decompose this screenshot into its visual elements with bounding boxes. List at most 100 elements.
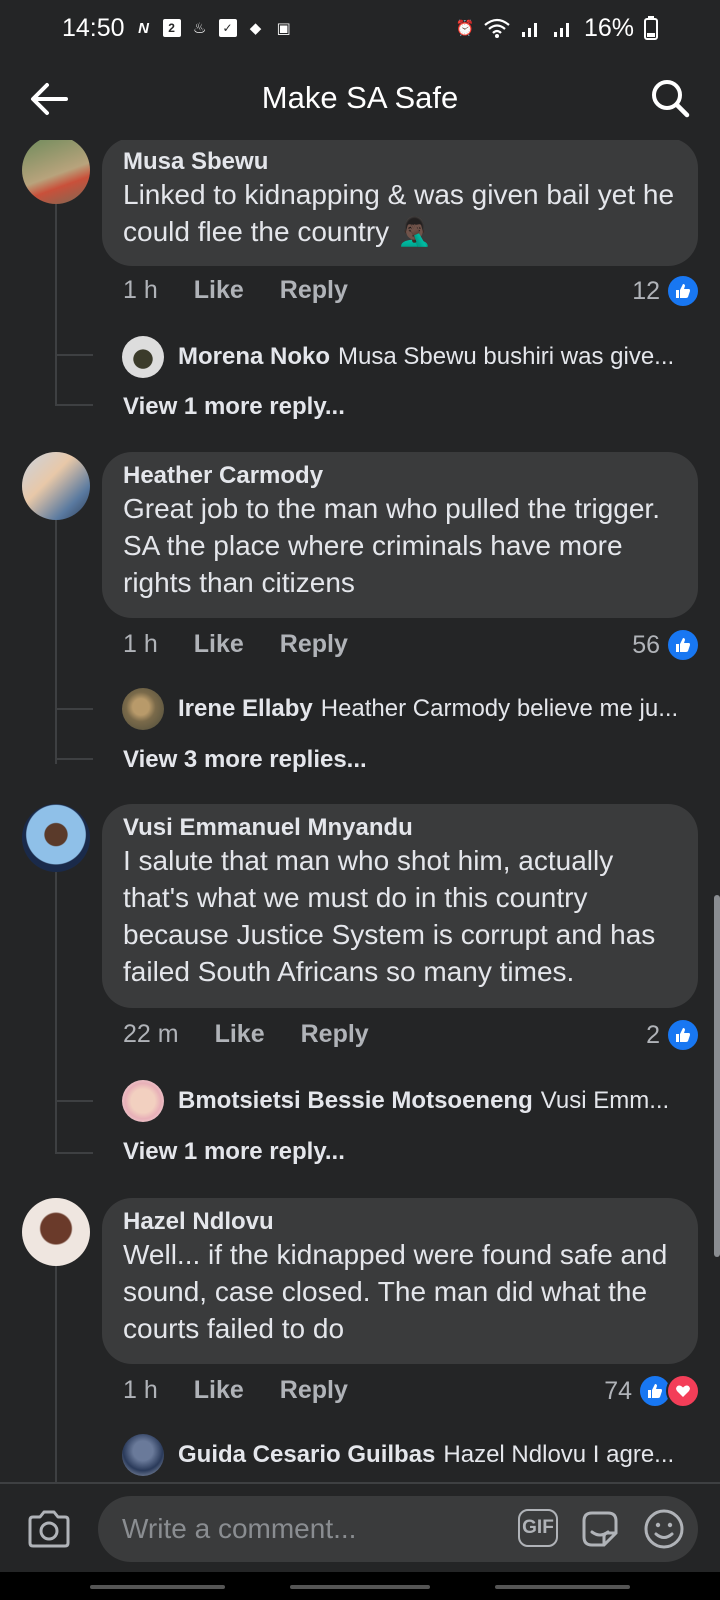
gif-icon[interactable]: GIF: [518, 1509, 558, 1547]
comment-author[interactable]: Vusi Emmanuel Mnyandu: [123, 814, 678, 842]
avatar[interactable]: [122, 1434, 164, 1476]
comment-text: Well... if the kidnapped were found safe…: [123, 1239, 668, 1344]
reply-text: Musa Sbewu bushiri was give...: [338, 343, 675, 370]
comment-bubble[interactable]: Vusi Emmanuel Mnyandu I salute that man …: [102, 804, 698, 1008]
reply-author[interactable]: Bmotsietsi Bessie Motsoeneng: [178, 1087, 533, 1115]
avatar[interactable]: [22, 804, 90, 872]
comments-feed[interactable]: Musa Sbewu Linked to kidnapping & was gi…: [0, 140, 720, 1485]
gallery-icon: ▣: [276, 20, 291, 37]
comment-actions: 22 m Like Reply: [123, 1020, 369, 1049]
nav-home-button[interactable]: [290, 1585, 430, 1589]
comment-time: 22 m: [123, 1020, 179, 1048]
comment-time: 1 h: [123, 276, 158, 304]
reaction-summary[interactable]: 56: [632, 628, 700, 662]
like-reaction-icon: [666, 1018, 700, 1052]
signal-icon-2: [553, 23, 569, 37]
like-reaction-icon: [666, 274, 700, 308]
reaction-count: 74: [604, 1376, 632, 1405]
reaction-summary[interactable]: 74: [604, 1374, 700, 1408]
thread-line: [55, 1266, 57, 1485]
avatar[interactable]: [22, 1198, 90, 1266]
reply-preview[interactable]: Guida Cesario Guilbas Hazel Ndlovu I agr…: [122, 1434, 702, 1476]
status-bar: 14:50 N 2 ♨ ✓ ◆ ▣ ⏰ 16%: [0, 0, 720, 56]
thread-line: [55, 354, 93, 356]
reply-button[interactable]: Reply: [280, 1376, 348, 1405]
avatar[interactable]: [122, 688, 164, 730]
avatar[interactable]: [22, 452, 90, 520]
view-more-replies[interactable]: View 3 more replies...: [123, 746, 367, 774]
comment-composer: GIF: [0, 1482, 720, 1574]
app-header: Make SA Safe: [0, 56, 720, 140]
reply-text: Heather Carmody believe me ju...: [320, 695, 679, 722]
scrollbar[interactable]: [714, 895, 720, 1257]
wifi-icon: [484, 18, 510, 38]
comment-input-container[interactable]: GIF: [98, 1496, 698, 1562]
battery-percent: 16%: [583, 13, 634, 42]
comment-text: Great job to the man who pulled the trig…: [123, 493, 660, 598]
reaction-count: 2: [646, 1020, 660, 1049]
thread-line: [55, 1100, 93, 1102]
reaction-summary[interactable]: 2: [646, 1018, 700, 1052]
thread-line: [55, 872, 57, 1154]
camera-icon[interactable]: [26, 1508, 72, 1550]
alarm-icon: ⏰: [455, 20, 475, 37]
comment-author[interactable]: Hazel Ndlovu: [123, 1208, 678, 1236]
page-title: Make SA Safe: [261, 80, 459, 115]
comment-text: Linked to kidnapping & was given bail ye…: [123, 179, 675, 247]
reply-preview[interactable]: Irene Ellaby Heather Carmody believe me …: [122, 688, 702, 730]
like-button[interactable]: Like: [194, 630, 244, 659]
messenger-icon: ◆: [249, 20, 262, 37]
comment-author[interactable]: Musa Sbewu: [123, 148, 678, 176]
notification-icon: ♨: [192, 20, 207, 37]
thread-line: [55, 204, 57, 404]
comment-bubble[interactable]: Musa Sbewu Linked to kidnapping & was gi…: [102, 140, 698, 266]
calendar-icon: 2: [162, 19, 181, 37]
thread-line: [55, 708, 93, 710]
back-arrow-icon[interactable]: [28, 78, 70, 120]
sticker-icon[interactable]: [578, 1507, 622, 1551]
battery-icon: [644, 16, 658, 40]
nav-recents-button[interactable]: [90, 1585, 225, 1589]
like-button[interactable]: Like: [194, 1376, 244, 1405]
avatar[interactable]: [22, 140, 90, 204]
comment-time: 1 h: [123, 630, 158, 658]
reply-text: Vusi Emm...: [540, 1087, 670, 1114]
avatar[interactable]: [122, 1080, 164, 1122]
thread-line: [55, 758, 93, 760]
nav-back-button[interactable]: [495, 1585, 630, 1589]
comment-bubble[interactable]: Hazel Ndlovu Well... if the kidnapped we…: [102, 1198, 698, 1364]
reaction-summary[interactable]: 12: [632, 274, 700, 308]
emoji-icon[interactable]: [642, 1507, 686, 1551]
like-button[interactable]: Like: [194, 276, 244, 305]
love-reaction-icon: [666, 1374, 700, 1408]
like-button[interactable]: Like: [215, 1020, 265, 1049]
reply-author[interactable]: Morena Noko: [178, 343, 330, 371]
reply-button[interactable]: Reply: [280, 630, 348, 659]
reply-author[interactable]: Guida Cesario Guilbas: [178, 1441, 435, 1469]
reply-button[interactable]: Reply: [301, 1020, 369, 1049]
search-icon[interactable]: [650, 78, 690, 118]
comment-actions: 1 h Like Reply: [123, 630, 348, 659]
comment-input[interactable]: [120, 1512, 484, 1546]
view-more-replies[interactable]: View 1 more reply...: [123, 393, 345, 421]
avatar[interactable]: [122, 336, 164, 378]
reply-preview[interactable]: Bmotsietsi Bessie Motsoeneng Vusi Emm...: [122, 1080, 702, 1122]
signal-icon: [521, 23, 537, 37]
reaction-count: 56: [632, 630, 660, 659]
reply-preview[interactable]: Morena Noko Musa Sbewu bushiri was give.…: [122, 336, 702, 378]
reply-button[interactable]: Reply: [280, 276, 348, 305]
view-more-replies[interactable]: View 1 more reply...: [123, 1138, 345, 1166]
thread-line: [55, 1152, 93, 1154]
comment-time: 1 h: [123, 1376, 158, 1404]
thread-line: [55, 520, 57, 764]
comment-bubble[interactable]: Heather Carmody Great job to the man who…: [102, 452, 698, 618]
thread-line: [55, 404, 93, 406]
reaction-count: 12: [632, 276, 660, 305]
checkbox-icon: ✓: [218, 19, 237, 37]
comment-actions: 1 h Like Reply: [123, 1376, 348, 1405]
system-nav-bar: [0, 1572, 720, 1600]
reply-author[interactable]: Irene Ellaby: [178, 695, 313, 723]
comment-author[interactable]: Heather Carmody: [123, 462, 678, 490]
netflix-icon: N: [138, 19, 149, 37]
like-reaction-icon: [666, 628, 700, 662]
